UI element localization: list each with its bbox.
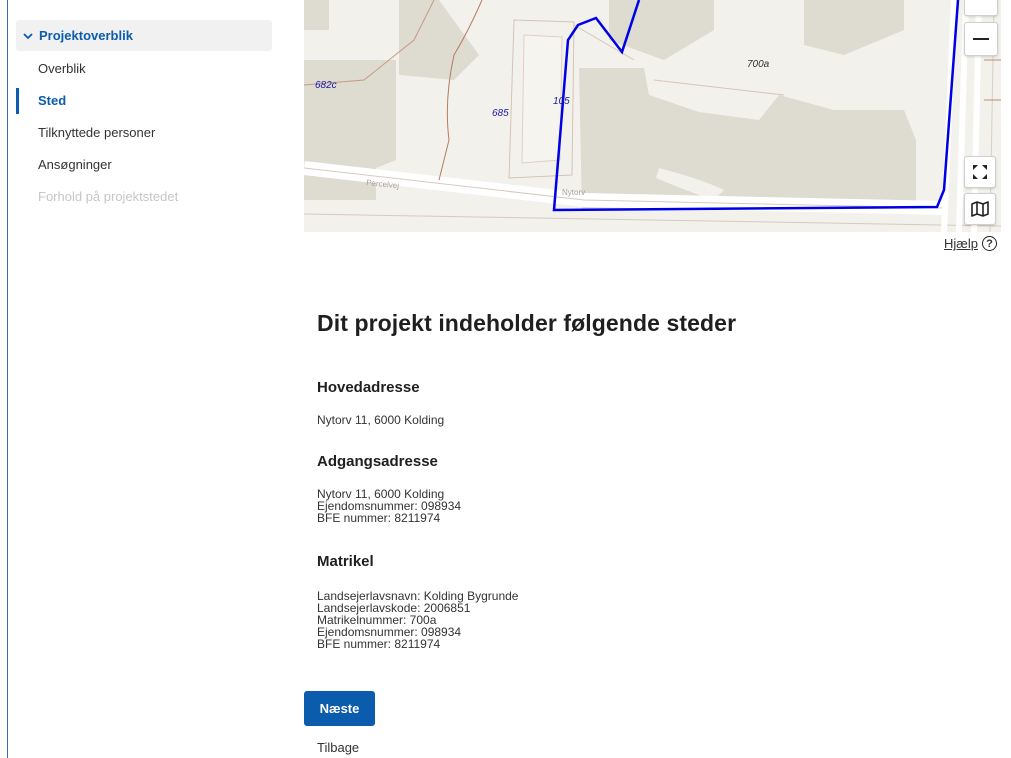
chevron-down-icon — [20, 28, 36, 43]
matrikel-bfe-nummer: BFE nummer: 8211974 — [317, 637, 441, 651]
adgangsadresse-bfe-nummer: BFE nummer: 8211974 — [317, 511, 441, 525]
matrikel-title: Matrikel — [317, 553, 374, 570]
map-view[interactable]: 682c 685 105 700a Percelvej Nytorv — [304, 0, 1001, 232]
zoom-in-button[interactable] — [964, 0, 998, 16]
map-label-105: 105 — [553, 96, 570, 107]
fullscreen-button[interactable] — [964, 156, 996, 188]
map-icon — [971, 201, 989, 217]
map-label-700a: 700a — [747, 59, 770, 70]
map-label-682c: 682c — [315, 80, 337, 91]
sidebar-item-overblik[interactable]: Overblik — [16, 53, 272, 85]
sidebar-nav: Projektoverblik Overblik Sted Tilknytted… — [16, 20, 272, 213]
sidebar-section-projektoverblik[interactable]: Projektoverblik — [16, 20, 272, 51]
map-layers-button[interactable] — [964, 193, 996, 225]
hovedadresse-details: Nytorv 11, 6000 Kolding — [317, 414, 444, 426]
sidebar-item-label: Forhold på projektstedet — [38, 189, 179, 204]
map-building — [304, 0, 329, 30]
next-button[interactable]: Næste — [304, 691, 375, 726]
adgangsadresse-title: Adgangsadresse — [317, 453, 438, 470]
sidebar-item-label: Tilknyttede personer — [38, 125, 156, 140]
adgangsadresse-details: Nytorv 11, 6000 Kolding Ejendomsnummer: … — [317, 488, 461, 524]
zoom-out-button[interactable] — [964, 22, 998, 56]
main-content: Dit projekt indeholder følgende steder — [317, 310, 997, 337]
sidebar-item-ansoegninger[interactable]: Ansøgninger — [16, 149, 272, 181]
sidebar-item-forhold-paa-projektstedet: Forhold på projektstedet — [16, 181, 272, 213]
question-circle-icon[interactable]: ? — [982, 236, 997, 251]
sidebar-section-label: Projektoverblik — [39, 28, 133, 43]
help-link[interactable]: Hjælp — [944, 236, 978, 251]
minus-icon — [973, 38, 989, 40]
hovedadresse-section: Hovedadresse — [317, 379, 420, 396]
expand-icon — [973, 165, 987, 179]
sidebar-item-label: Sted — [38, 93, 67, 108]
map-label-street-nytorv: Nytorv — [562, 188, 585, 197]
map-label-685: 685 — [492, 108, 509, 119]
adgangsadresse-section: Adgangsadresse — [317, 453, 438, 470]
hovedadresse-title: Hovedadresse — [317, 379, 420, 396]
matrikel-section: Matrikel — [317, 553, 374, 570]
sidebar-item-label: Ansøgninger — [38, 157, 112, 172]
page-title: Dit projekt indeholder følgende steder — [317, 310, 737, 336]
sidebar-item-sted[interactable]: Sted — [16, 85, 272, 117]
back-link[interactable]: Tilbage — [317, 740, 359, 755]
hovedadresse-address: Nytorv 11, 6000 Kolding — [317, 413, 445, 427]
help-link-group: Hjælp ? — [944, 236, 997, 251]
sidebar-item-tilknyttede-personer[interactable]: Tilknyttede personer — [16, 117, 272, 149]
matrikel-details: Landsejerlavsnavn: Kolding Bygrunde Land… — [317, 590, 518, 650]
page-left-border — [7, 0, 8, 758]
sidebar-item-label: Overblik — [38, 61, 86, 76]
